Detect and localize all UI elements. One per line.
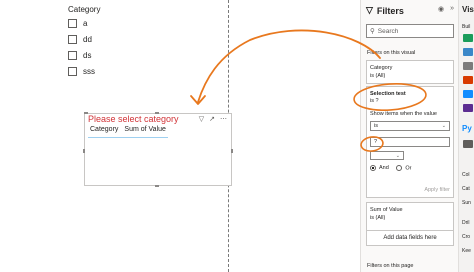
logic-radio-group: And Or [370, 165, 411, 171]
filters-header: ▽ Filters [366, 5, 404, 16]
filters-pane: ▽ Filters ◉ » ⚲ Search Filters on this v… [360, 0, 458, 272]
slicer-item-sss[interactable]: sss [68, 66, 95, 76]
radio-and[interactable] [370, 165, 376, 171]
filters-title: Filters [376, 5, 404, 16]
build-label: Buil [462, 24, 471, 30]
resize-handle[interactable] [155, 112, 159, 114]
checkbox[interactable] [68, 66, 77, 76]
filter-icon: ▽ [366, 5, 373, 15]
radio-and-label: And [379, 165, 389, 172]
slicer-item-label: a [83, 18, 88, 28]
filter-value-input[interactable]: ? [370, 137, 450, 147]
pie-chart-icon[interactable] [463, 76, 473, 84]
collapse-icon[interactable]: » [450, 5, 454, 13]
resize-handle[interactable] [231, 149, 233, 153]
resize-handle[interactable] [155, 185, 159, 187]
chevron-down-icon: ⌄ [395, 153, 400, 159]
apply-filter-button[interactable]: Apply filter [424, 187, 450, 193]
visual-header-icons: ▽ ↗ ⋯ [199, 115, 227, 123]
filter-icon[interactable]: ▽ [199, 115, 204, 123]
visualizations-pane: Visu Buil Py Col Cat Sun Dril Cro Kee [458, 0, 474, 272]
filter-field-value: is ? [370, 98, 379, 104]
card-icon[interactable] [463, 104, 473, 112]
filters-header-icons: ◉ » [438, 5, 454, 13]
condition-value: is [374, 123, 378, 129]
slicer-title: Category [68, 5, 101, 14]
filter-field-value: is (All) [370, 73, 386, 79]
python-visual-label[interactable]: Py [462, 124, 472, 133]
table-visual[interactable]: Please select category ▽ ↗ ⋯ Category Su… [83, 112, 233, 187]
add-data-fields-dropzone[interactable]: Add data fields here [366, 230, 454, 246]
checkbox[interactable] [68, 18, 77, 28]
checkbox[interactable] [68, 34, 77, 44]
report-canvas: Category a dd ds sss Please select categ… [0, 0, 356, 272]
show-items-label: Show items when the value [370, 111, 437, 117]
map-icon[interactable] [463, 90, 473, 98]
filter-card-selection-test[interactable]: Selection test is ? Show items when the … [366, 86, 454, 198]
more-options-icon[interactable]: ⋯ [220, 115, 227, 123]
filter-field-name: Category [370, 65, 393, 71]
slicer-item-label: ds [83, 50, 92, 60]
slicer-item-dd[interactable]: dd [68, 34, 92, 44]
keep-filters-label: Kee [462, 248, 471, 254]
slicer-item-label: dd [83, 34, 92, 44]
slicer-item-a[interactable]: a [68, 18, 87, 28]
table-viz-icon[interactable] [463, 34, 473, 42]
more-visuals-icon[interactable] [463, 140, 473, 148]
filters-on-page-label: Filters on this page [367, 263, 414, 269]
radio-or-label: Or [405, 165, 412, 172]
filter-field-name: Selection test [370, 91, 406, 97]
mini-dropdown[interactable]: ⌄ [370, 151, 404, 160]
line-chart-icon[interactable] [463, 62, 473, 70]
stacked-bar-icon[interactable] [463, 48, 473, 56]
sum-well-label: Sun [462, 200, 471, 206]
columns-label: Col [462, 172, 470, 178]
resize-handle[interactable] [83, 149, 85, 153]
table-header-row: Category Sum of Value [90, 126, 166, 133]
slicer-item-ds[interactable]: ds [68, 50, 91, 60]
search-placeholder: Search [377, 27, 399, 35]
filter-card-category[interactable]: Category is (All) [366, 60, 454, 84]
eye-icon[interactable]: ◉ [438, 5, 444, 13]
header-underline [88, 137, 168, 138]
column-header-sum-of-value[interactable]: Sum of Value [124, 126, 166, 133]
filter-input-value: ? [374, 139, 378, 145]
filters-search-input[interactable]: ⚲ Search [366, 24, 454, 38]
slicer-item-label: sss [83, 66, 95, 76]
chevron-down-icon: ⌄ [441, 123, 446, 129]
drill-through-label: Dril [462, 220, 470, 226]
cross-report-label: Cro [462, 234, 471, 240]
focus-mode-icon[interactable]: ↗ [209, 115, 215, 123]
resize-handle[interactable] [84, 112, 88, 114]
radio-or[interactable] [396, 165, 403, 171]
search-icon: ⚲ [370, 28, 375, 35]
visual-title: Please select category [88, 114, 179, 124]
filter-field-value: is (All) [370, 215, 386, 221]
viz-pane-title: Visu [462, 5, 474, 14]
column-header-category[interactable]: Category [90, 126, 118, 133]
filters-on-visual-label: Filters on this visual [367, 50, 416, 56]
checkbox[interactable] [68, 50, 77, 60]
condition-dropdown[interactable]: is ⌄ [370, 121, 450, 131]
category-well-label: Cat [462, 186, 470, 192]
filter-field-name: Sum of Value [370, 207, 403, 213]
